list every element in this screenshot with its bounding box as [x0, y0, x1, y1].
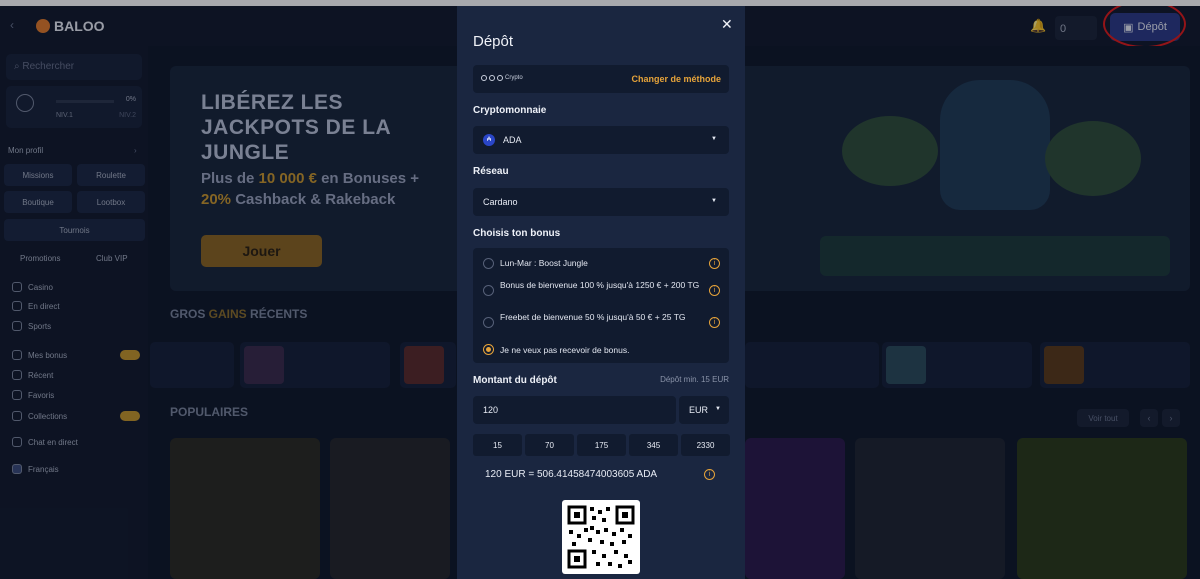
- bonus-option-text: Freebet de bienvenue 50 % jusqu'à 50 € +…: [500, 312, 686, 322]
- network-label: Réseau: [473, 166, 509, 177]
- radio-button-selected[interactable]: [483, 344, 494, 355]
- info-icon[interactable]: i: [709, 285, 720, 296]
- ada-coin-icon: ₳: [483, 134, 495, 146]
- currency-value: EUR: [689, 405, 709, 415]
- crypto-coin-icon: [489, 75, 495, 81]
- info-icon[interactable]: i: [709, 317, 720, 328]
- radio-button[interactable]: [483, 285, 494, 296]
- crypto-coin-icon: [481, 75, 487, 81]
- change-method-link[interactable]: Changer de méthode: [631, 74, 721, 84]
- qr-code-image: [562, 500, 640, 574]
- radio-button[interactable]: [483, 258, 494, 269]
- network-selected-value: Cardano: [483, 197, 518, 207]
- close-icon[interactable]: ✕: [721, 16, 733, 33]
- deposit-modal: Dépôt ✕ Crypto Changer de méthode Crypto…: [457, 6, 745, 579]
- bonus-option-text: Je ne veux pas recevoir de bonus.: [500, 345, 630, 355]
- crypto-selected-value: ADA: [503, 135, 522, 145]
- crypto-label: Cryptomonnaie: [473, 105, 547, 116]
- caret-down-icon: ▼: [711, 136, 717, 142]
- quick-amount-15[interactable]: 15: [473, 434, 522, 456]
- payment-method-box: Crypto Changer de méthode: [473, 65, 729, 93]
- radio-button[interactable]: [483, 317, 494, 328]
- info-icon[interactable]: i: [704, 469, 715, 480]
- quick-amount-175[interactable]: 175: [577, 434, 626, 456]
- caret-down-icon: ▼: [711, 198, 717, 204]
- modal-title: Dépôt: [473, 33, 514, 50]
- bonus-option-text: Lun-Mar : Boost Jungle: [500, 258, 588, 268]
- currency-select[interactable]: EUR ▼: [679, 396, 729, 424]
- network-select[interactable]: Cardano ▼: [473, 188, 729, 216]
- bonus-options-box: Lun-Mar : Boost Jungle i Bonus de bienve…: [473, 248, 729, 363]
- quick-amount-345[interactable]: 345: [629, 434, 678, 456]
- qr-code-pattern: [567, 505, 635, 569]
- quick-amount-70[interactable]: 70: [525, 434, 574, 456]
- bonus-option[interactable]: Bonus de bienvenue 100 % jusqu'à 1250 € …: [483, 279, 723, 303]
- method-name: Crypto: [505, 75, 523, 81]
- crypto-select[interactable]: ₳ ADA ▼: [473, 126, 729, 154]
- conversion-text: 120 EUR = 506.41458474003605 ADA: [485, 469, 658, 480]
- min-deposit-text: Dépôt min. 15 EUR: [660, 375, 729, 384]
- amount-value: 120: [483, 405, 499, 415]
- info-icon[interactable]: i: [709, 258, 720, 269]
- bonus-option[interactable]: Freebet de bienvenue 50 % jusqu'à 50 € +…: [483, 311, 723, 335]
- bonus-option[interactable]: Lun-Mar : Boost Jungle i: [483, 257, 723, 269]
- bonus-option-text: Bonus de bienvenue 100 % jusqu'à 1250 € …: [500, 280, 700, 290]
- bonus-option[interactable]: Je ne veux pas recevoir de bonus.: [483, 344, 723, 356]
- amount-input[interactable]: 120: [473, 396, 676, 424]
- crypto-coin-icon: [497, 75, 503, 81]
- amount-label: Montant du dépôt: [473, 375, 557, 386]
- quick-amount-2330[interactable]: 2330: [681, 434, 730, 456]
- crypto-logo: Crypto: [481, 75, 523, 81]
- caret-down-icon: ▼: [715, 406, 721, 412]
- bonus-label: Choisis ton bonus: [473, 228, 561, 239]
